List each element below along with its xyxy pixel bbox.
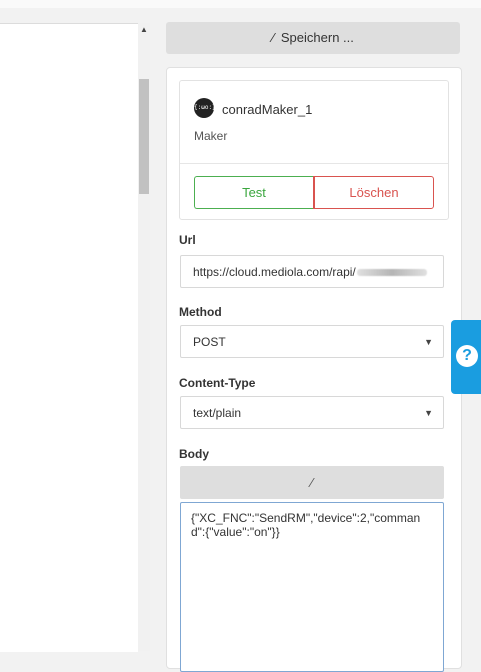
url-input[interactable]: https://cloud.mediola.com/rapi/ [180,255,444,288]
content-type-label: Content-Type [179,376,256,390]
body-value: {"XC_FNC":"SendRM","device":2,"command":… [191,511,421,539]
avatar: {:ωo:} [194,98,216,118]
method-value: POST [193,335,226,349]
chevron-down-icon: ▼ [424,337,433,347]
chevron-down-icon: ▼ [424,408,433,418]
scroll-thumb[interactable] [139,79,149,194]
left-scrollbar[interactable]: ▲ [138,23,150,651]
help-tab[interactable]: ? [451,320,481,394]
url-label: Url [179,233,196,247]
url-redacted-segment [356,269,427,277]
wand-icon: ⁄ [310,475,314,490]
body-wand-button[interactable]: ⁄ [180,466,444,499]
method-label: Method [179,305,222,319]
left-pane: ▲ [0,8,150,652]
content-type-select[interactable]: text/plain ▼ [180,396,444,429]
profile-name: conradMaker_1 [222,102,313,117]
body-label: Body [179,447,209,461]
save-button-label: Speichern ... [280,30,354,45]
method-select[interactable]: POST ▼ [180,325,444,358]
top-strip [0,0,481,8]
url-value: https://cloud.mediola.com/rapi/ [193,265,356,279]
delete-button[interactable]: Löschen [314,176,434,209]
help-icon: ? [456,345,478,367]
content-type-value: text/plain [193,406,242,420]
scroll-up-arrow-icon[interactable]: ▲ [138,23,150,37]
profile-card: {:ωo:} conradMaker_1 Maker Test Löschen [179,80,449,220]
save-button[interactable]: ⁄ Speichern ... [166,22,460,54]
profile-role: Maker [194,129,228,143]
action-settings-panel: {:ωo:} conradMaker_1 Maker Test Löschen … [166,67,462,672]
left-content-area [0,23,138,652]
test-button[interactable]: Test [194,176,314,209]
card-divider [180,163,448,164]
body-textarea[interactable]: {"XC_FNC":"SendRM","device":2,"command":… [180,502,444,672]
wand-icon: ⁄ [272,30,275,45]
